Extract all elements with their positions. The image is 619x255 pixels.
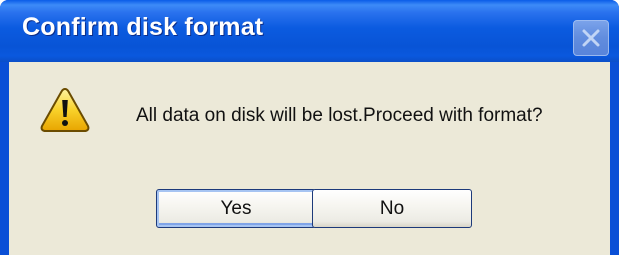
dialog-title: Confirm disk format	[22, 13, 264, 41]
close-button[interactable]	[573, 20, 609, 56]
close-icon	[582, 29, 600, 47]
yes-button[interactable]: Yes	[156, 189, 316, 228]
confirm-dialog-window: Confirm disk format All data on disk wil…	[0, 0, 619, 255]
title-bar[interactable]: Confirm disk format	[0, 0, 619, 62]
dialog-body: All data on disk will be lost.Proceed wi…	[9, 62, 610, 255]
confirm-message: All data on disk will be lost.Proceed wi…	[136, 105, 543, 126]
no-button[interactable]: No	[312, 189, 472, 228]
warning-icon	[40, 87, 90, 132]
